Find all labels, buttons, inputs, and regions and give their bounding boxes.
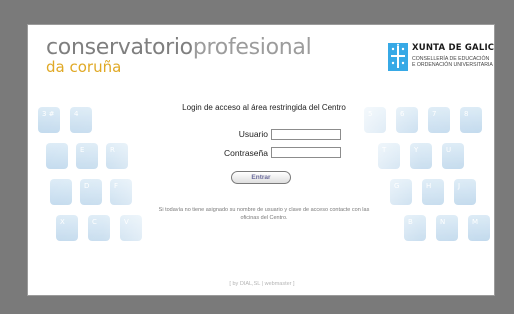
username-input[interactable] <box>271 129 341 140</box>
username-label: Usuario <box>238 129 268 139</box>
xunta-emblem-icon <box>388 43 408 71</box>
keyboard-fade-left <box>28 95 178 285</box>
enter-button[interactable]: Entrar <box>231 171 291 184</box>
dial-link[interactable]: DIAL,SL <box>240 281 260 287</box>
footer-credits: [ by DIAL,SL | webmaster ] <box>229 281 295 287</box>
help-note: Si todavía no tiene asignado su nombre d… <box>158 207 370 221</box>
xunta-department: CONSELLERÍA DE EDUCACIÓN E ORDENACIÓN UN… <box>412 56 493 68</box>
site-logo-text: conservatorioprofesional <box>46 35 312 60</box>
webmaster-link[interactable]: webmaster <box>265 281 292 287</box>
xunta-name: XUNTA DE GALICIA <box>412 43 495 53</box>
password-input[interactable] <box>271 147 341 158</box>
site-logo-subtitle: da coruña <box>46 58 122 76</box>
password-label: Contraseña <box>224 148 268 158</box>
keyboard-fade-right <box>346 95 494 285</box>
login-title: Login de acceso al área restringida del … <box>182 103 346 112</box>
login-panel: 3 # 4 E R D F X C V 5 6 7 8 T Y U G H J … <box>27 24 495 296</box>
